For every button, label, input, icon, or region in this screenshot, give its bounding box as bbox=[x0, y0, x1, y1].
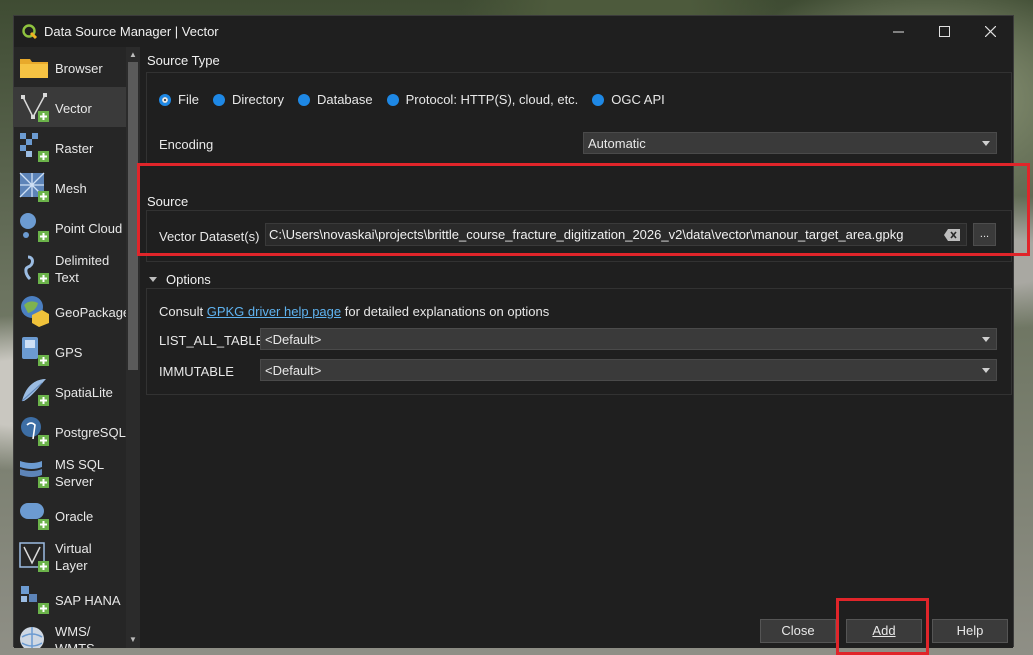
geopackage-icon bbox=[21, 296, 49, 327]
data-source-manager-window: Data Source Manager | Vector Browser Vec… bbox=[13, 15, 1014, 648]
sidebar-item-geopackage[interactable]: GeoPackage bbox=[14, 291, 126, 331]
gps-icon bbox=[22, 337, 49, 366]
sidebar-item-label: Oracle bbox=[55, 509, 94, 524]
source-highlight-box bbox=[137, 163, 1030, 256]
collapse-arrow-icon[interactable] bbox=[149, 277, 157, 282]
sidebar-item-virtual-layer[interactable]: Virtual Layer bbox=[14, 535, 126, 579]
source-type-radio-group: File Directory Database Protocol: HTTP(S… bbox=[159, 92, 679, 107]
radio-checked-icon bbox=[159, 93, 171, 106]
sidebar-item-label: SAP HANA bbox=[55, 593, 121, 608]
radio-unchecked-icon bbox=[386, 93, 399, 106]
folder-icon bbox=[20, 59, 48, 78]
radio-file[interactable]: File bbox=[159, 92, 199, 107]
vector-layer-icon bbox=[21, 93, 49, 122]
encoding-select[interactable]: Automatic bbox=[583, 132, 997, 154]
sidebar-item-label: GPS bbox=[55, 345, 83, 360]
sidebar-item-label: Vector bbox=[55, 101, 92, 116]
encoding-label: Encoding bbox=[159, 137, 214, 152]
chevron-down-icon bbox=[982, 337, 990, 342]
sidebar-item-label: Point Cloud bbox=[55, 221, 123, 236]
sap-hana-icon bbox=[21, 586, 49, 614]
close-icon bbox=[984, 26, 996, 37]
raster-layer-icon bbox=[20, 133, 49, 162]
sidebar-item-vector[interactable]: Vector bbox=[14, 87, 126, 127]
help-button[interactable]: Help bbox=[932, 619, 1008, 643]
sidebar-item-postgresql[interactable]: PostgreSQL bbox=[14, 411, 126, 451]
radio-database[interactable]: Database bbox=[297, 92, 373, 107]
list-all-tables-select[interactable]: <Default> bbox=[260, 328, 997, 350]
sidebar-item-label: SpatiaLite bbox=[55, 385, 113, 400]
sidebar-item-raster[interactable]: Raster bbox=[14, 127, 126, 167]
sidebar-item-gps[interactable]: GPS bbox=[14, 331, 126, 371]
chevron-down-icon bbox=[982, 368, 990, 373]
sidebar-item-spatialite[interactable]: SpatiaLite bbox=[14, 371, 126, 411]
oracle-icon bbox=[20, 503, 49, 530]
immutable-label: IMMUTABLE bbox=[159, 364, 234, 379]
close-button[interactable]: Close bbox=[760, 619, 836, 643]
source-type-group: File Directory Database Protocol: HTTP(S… bbox=[146, 72, 1012, 166]
sidebar-item-sap-hana[interactable]: SAP HANA bbox=[14, 579, 126, 619]
consult-text: Consult GPKG driver help page for detail… bbox=[159, 304, 550, 319]
sidebar-item-label: Browser bbox=[55, 61, 103, 76]
radio-directory[interactable]: Directory bbox=[212, 92, 284, 107]
sidebar-item-mesh[interactable]: Mesh bbox=[14, 167, 126, 207]
close-window-button[interactable] bbox=[967, 16, 1013, 47]
options-title[interactable]: Options bbox=[166, 272, 211, 287]
maximize-button[interactable] bbox=[921, 16, 967, 47]
radio-unchecked-icon bbox=[212, 93, 225, 106]
sidebar-item-wms[interactable]: WMS/ WMTS bbox=[14, 619, 126, 648]
sidebar-item-label: Mesh bbox=[55, 181, 87, 196]
sidebar-scrollbar[interactable]: ▲ ▼ bbox=[126, 47, 140, 648]
sidebar: Browser Vector Raster Mesh Point Cloud D… bbox=[14, 47, 126, 648]
radio-unchecked-icon bbox=[297, 93, 310, 106]
source-type-title: Source Type bbox=[147, 53, 220, 68]
spatialite-icon bbox=[21, 379, 49, 406]
sidebar-item-label: WMS/ WMTS bbox=[55, 624, 95, 648]
radio-unchecked-icon bbox=[592, 93, 605, 106]
sidebar-item-label: Delimited Text bbox=[55, 253, 110, 285]
sidebar-item-label: Raster bbox=[55, 141, 94, 156]
gpkg-help-link[interactable]: GPKG driver help page bbox=[207, 304, 341, 319]
sidebar-item-label: GeoPackage bbox=[55, 305, 126, 320]
minimize-icon bbox=[892, 31, 904, 33]
title-bar[interactable]: Data Source Manager | Vector bbox=[14, 16, 1013, 47]
options-group: Consult GPKG driver help page for detail… bbox=[146, 288, 1012, 395]
sidebar-item-label: MS SQL Server bbox=[55, 457, 104, 489]
immutable-select[interactable]: <Default> bbox=[260, 359, 997, 381]
add-button-highlight-box bbox=[836, 598, 929, 655]
main-panel: Source Type File Directory Database Prot… bbox=[140, 47, 1013, 648]
sidebar-item-delimited-text[interactable]: Delimited Text bbox=[14, 247, 126, 291]
list-all-tables-label: LIST_ALL_TABLES bbox=[159, 333, 273, 348]
sidebar-item-browser[interactable]: Browser bbox=[14, 47, 126, 87]
radio-protocol[interactable]: Protocol: HTTP(S), cloud, etc. bbox=[386, 92, 578, 107]
window-title: Data Source Manager | Vector bbox=[44, 24, 219, 39]
radio-ogc-api[interactable]: OGC API bbox=[592, 92, 665, 107]
mesh-layer-icon bbox=[19, 172, 49, 202]
scroll-up-arrow-icon[interactable]: ▲ bbox=[126, 48, 140, 62]
sidebar-item-point-cloud[interactable]: Point Cloud bbox=[14, 207, 126, 247]
maximize-icon bbox=[938, 26, 950, 37]
point-cloud-icon bbox=[20, 213, 49, 242]
qgis-app-icon bbox=[22, 23, 38, 39]
scroll-down-arrow-icon[interactable]: ▼ bbox=[126, 633, 140, 647]
delimited-text-icon bbox=[24, 255, 49, 284]
virtual-layer-icon bbox=[19, 542, 49, 572]
wms-icon bbox=[20, 627, 44, 648]
sidebar-item-label: PostgreSQL bbox=[55, 425, 126, 440]
postgresql-icon bbox=[21, 417, 49, 446]
minimize-button[interactable] bbox=[875, 16, 921, 47]
sidebar-item-oracle[interactable]: Oracle bbox=[14, 495, 126, 535]
chevron-down-icon bbox=[982, 141, 990, 146]
sidebar-item-label: Virtual Layer bbox=[55, 541, 92, 573]
mssql-icon bbox=[20, 461, 49, 488]
sidebar-item-mssql[interactable]: MS SQL Server bbox=[14, 451, 126, 495]
